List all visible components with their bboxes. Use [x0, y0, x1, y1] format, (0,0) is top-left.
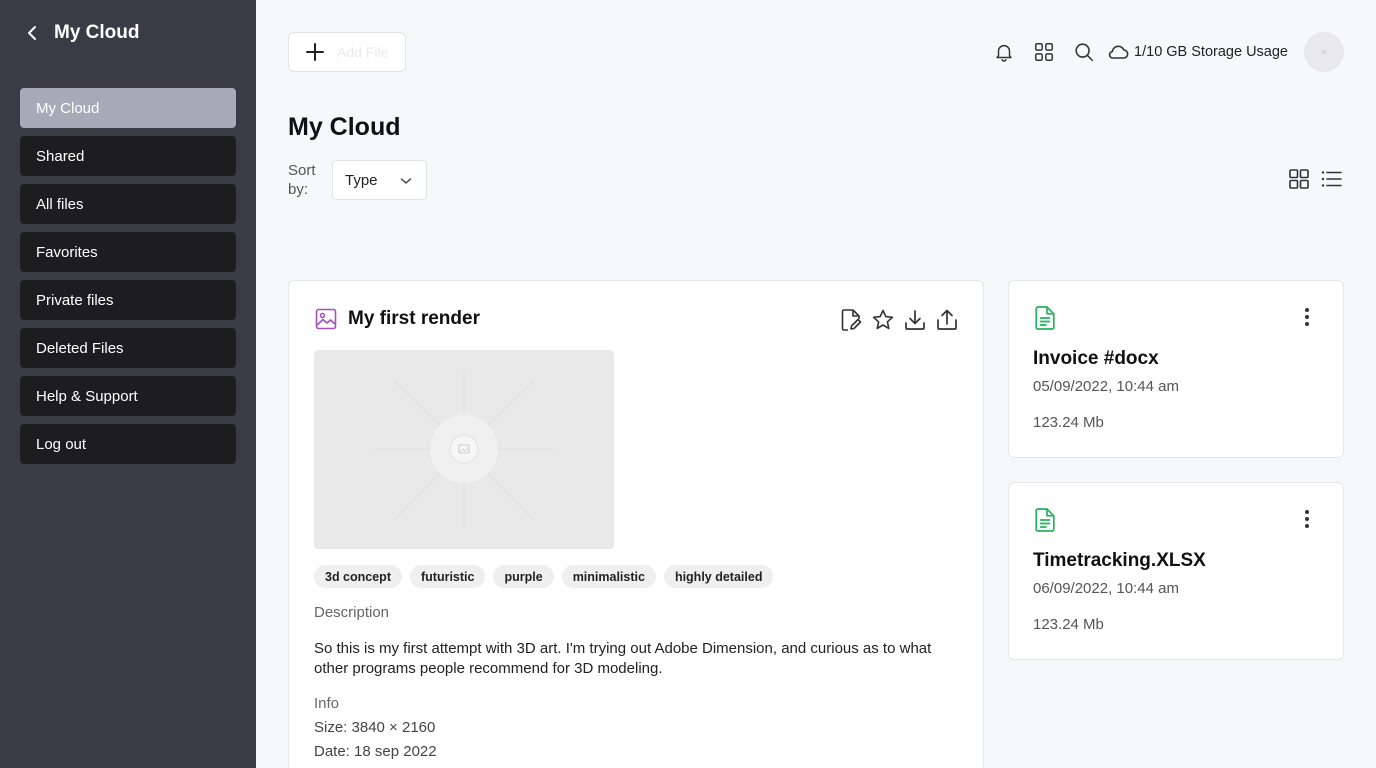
file-name: Invoice #docx: [1033, 348, 1159, 369]
tag-chip[interactable]: highly detailed: [663, 565, 774, 588]
tag-list: 3d concept futuristic purple minimalisti…: [314, 565, 774, 588]
sidebar: My Cloud My Cloud Shared All files Favor…: [0, 0, 256, 768]
file-date: 05/09/2022, 10:44 am: [1033, 378, 1179, 395]
page-title: My Cloud: [288, 113, 401, 141]
document-icon: [1035, 508, 1055, 532]
sidebar-title: My Cloud: [54, 22, 140, 43]
share-icon: [937, 309, 957, 330]
sidebar-nav: My Cloud Shared All files Favorites Priv…: [20, 88, 236, 472]
sidebar-item-all-files[interactable]: All files: [20, 184, 236, 224]
info-size: Size: 3840 × 2160: [314, 719, 436, 736]
document-icon: [1035, 306, 1055, 330]
sidebar-item-help-support[interactable]: Help & Support: [20, 376, 236, 416]
sidebar-back-button[interactable]: My Cloud: [22, 22, 140, 44]
file-size: 123.24 Mb: [1033, 616, 1104, 633]
featured-file-header: My first render: [314, 307, 480, 331]
file-name: Timetracking.XLSX: [1033, 550, 1206, 571]
info-date: Date: 18 sep 2022: [314, 743, 437, 760]
search-icon: [1075, 43, 1094, 62]
more-vertical-icon: [1305, 510, 1309, 528]
featured-file-actions: [839, 307, 959, 333]
info-label: Info: [314, 695, 340, 712]
apps-grid-icon: [1035, 43, 1054, 61]
chevron-down-icon: [400, 178, 412, 184]
favorite-button[interactable]: [871, 307, 895, 333]
search-button[interactable]: [1064, 32, 1104, 72]
list-view-icon[interactable]: [1320, 168, 1342, 190]
notifications-button[interactable]: [984, 32, 1024, 72]
avatar[interactable]: [1304, 32, 1344, 72]
sidebar-item-favorites[interactable]: Favorites: [20, 232, 236, 272]
grid-view-icon[interactable]: [1288, 168, 1310, 190]
edit-file-button[interactable]: [839, 307, 863, 333]
sidebar-item-shared[interactable]: Shared: [20, 136, 236, 176]
chevron-left-icon: [28, 26, 36, 40]
file-size: 123.24 Mb: [1033, 414, 1104, 431]
image-preview[interactable]: [314, 350, 614, 549]
plus-icon: [306, 43, 324, 61]
featured-file-card: My first render 3d concept futuristic pu…: [288, 280, 984, 768]
cloud-icon: [1108, 45, 1129, 59]
description-text: So this is my first attempt with 3D art.…: [314, 640, 932, 677]
bell-icon: [996, 44, 1012, 62]
view-toggle: [1288, 168, 1342, 190]
download-button[interactable]: [903, 307, 927, 333]
tag-chip[interactable]: purple: [493, 565, 554, 588]
sidebar-item-my-cloud[interactable]: My Cloud: [20, 88, 236, 128]
sidebar-item-private-files[interactable]: Private files: [20, 280, 236, 320]
sort-by-label: Sort by:: [288, 162, 316, 198]
storage-usage[interactable]: 1/10 GB Storage Usage: [1106, 41, 1288, 63]
sort-by-select[interactable]: Type: [332, 160, 427, 200]
download-icon: [905, 310, 925, 330]
add-file-label: Add File: [337, 44, 389, 60]
storage-usage-label: 1/10 GB Storage Usage: [1134, 44, 1288, 60]
sidebar-item-log-out[interactable]: Log out: [20, 424, 236, 464]
file-menu-button[interactable]: [1295, 507, 1319, 531]
apps-button[interactable]: [1024, 32, 1064, 72]
file-card[interactable]: Timetracking.XLSX 06/09/2022, 10:44 am 1…: [1008, 482, 1344, 660]
image-icon: [315, 308, 337, 330]
star-icon: [872, 309, 894, 330]
sidebar-item-deleted-files[interactable]: Deleted Files: [20, 328, 236, 368]
tag-chip[interactable]: minimalistic: [561, 565, 656, 588]
add-file-button[interactable]: Add File: [288, 32, 406, 72]
topbar-actions: 1/10 GB Storage Usage: [984, 32, 1344, 72]
share-button[interactable]: [935, 307, 959, 333]
tag-chip[interactable]: 3d concept: [314, 565, 402, 588]
file-menu-button[interactable]: [1295, 305, 1319, 329]
more-vertical-icon: [1305, 308, 1309, 326]
file-date: 06/09/2022, 10:44 am: [1033, 580, 1179, 597]
description-label: Description: [314, 604, 390, 621]
featured-file-title[interactable]: My first render: [348, 308, 480, 330]
file-card[interactable]: Invoice #docx 05/09/2022, 10:44 am 123.2…: [1008, 280, 1344, 458]
edit-file-icon: [841, 309, 862, 331]
tag-chip[interactable]: futuristic: [410, 565, 486, 588]
avatar-placeholder: [1322, 50, 1326, 54]
sort-by-value: Type: [345, 171, 378, 189]
image-placeholder-icon: [374, 370, 554, 528]
